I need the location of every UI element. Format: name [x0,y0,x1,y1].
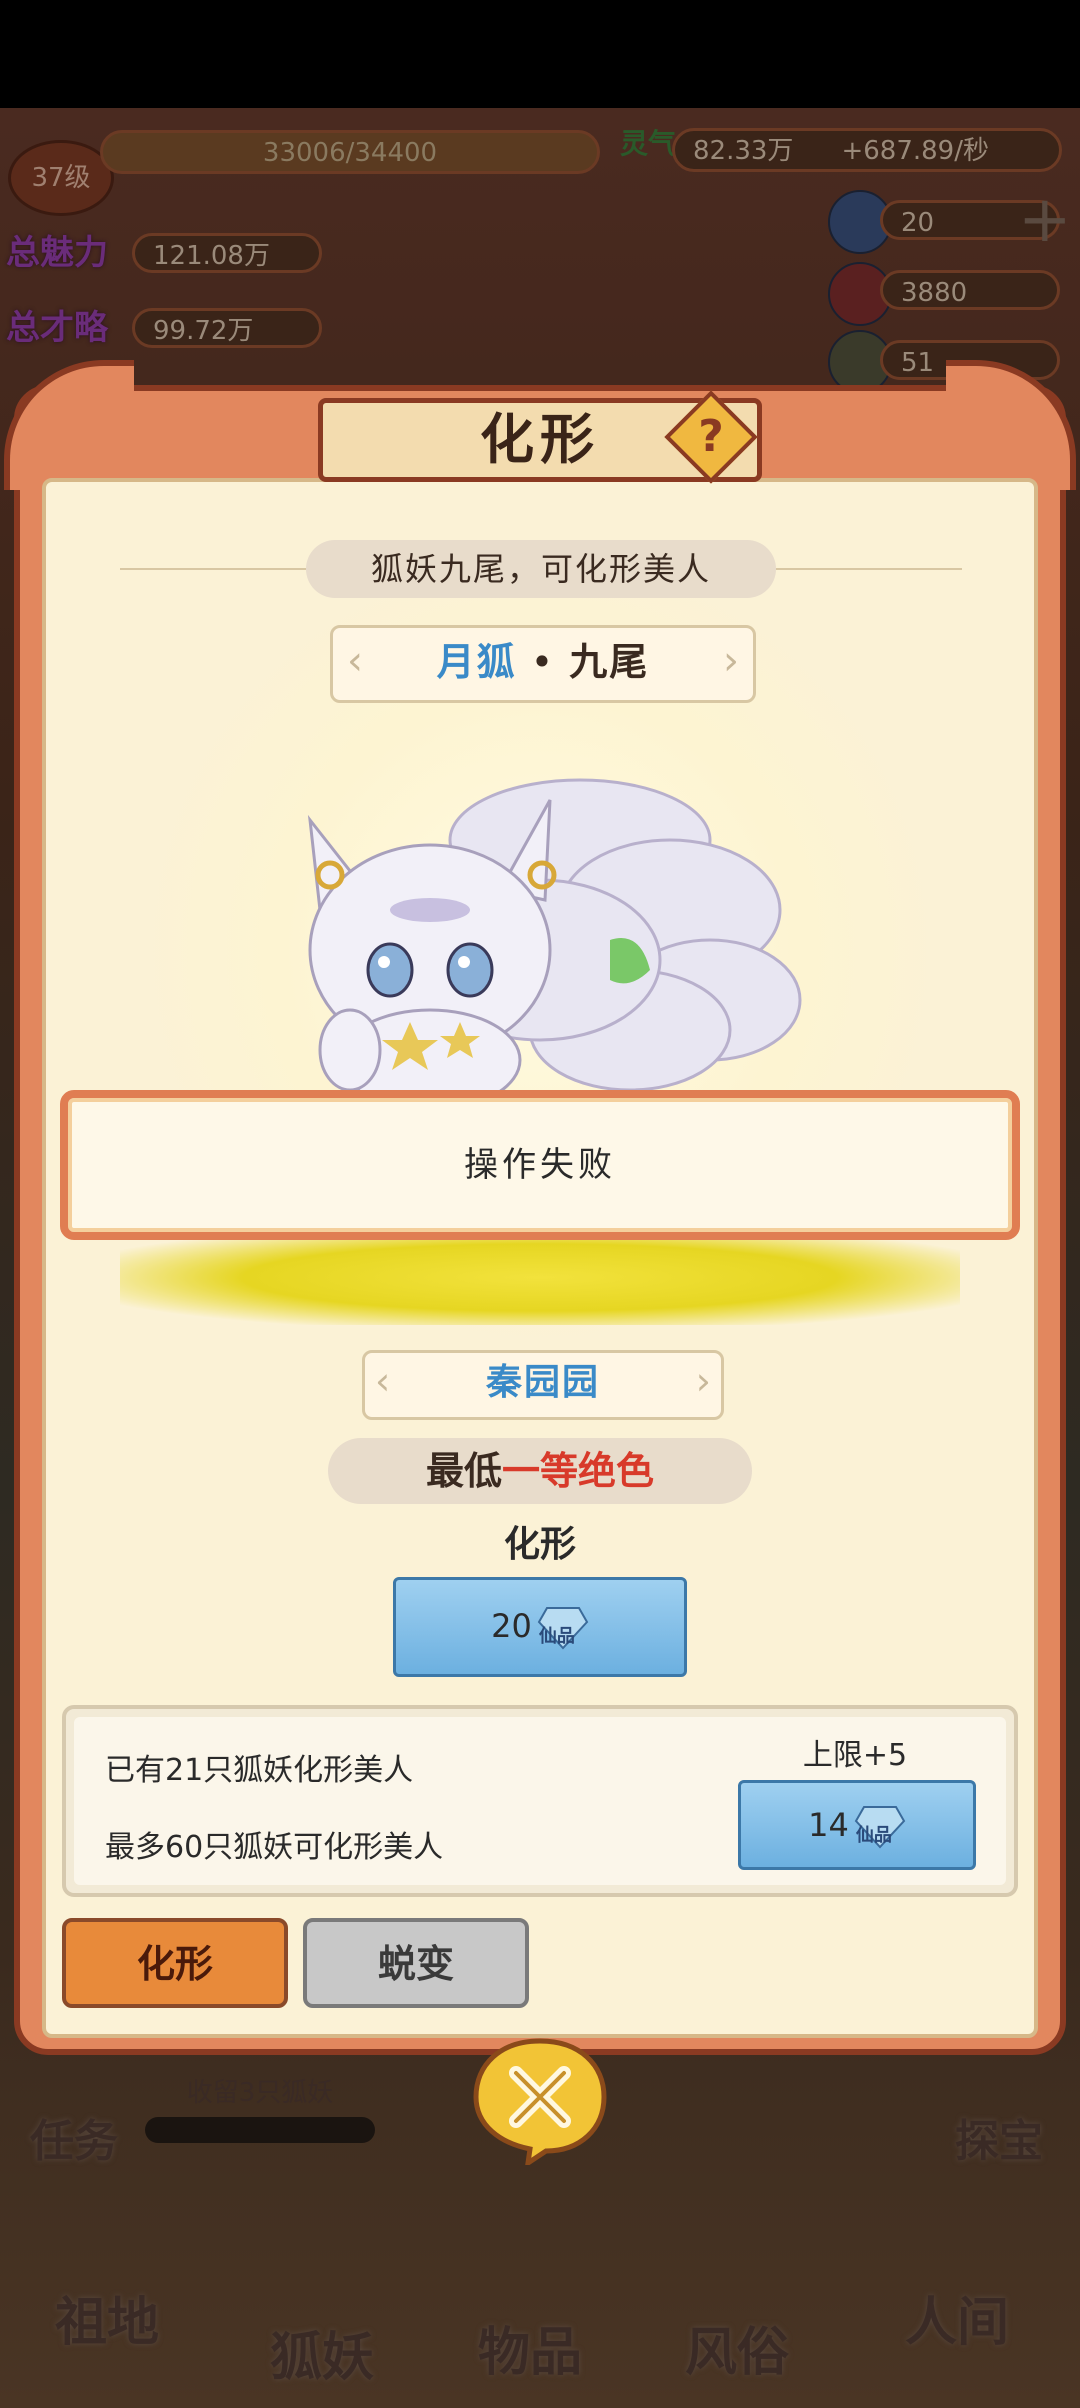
talent-row: 总才略 [6,300,108,349]
fox-name-prefix: 月狐 [436,640,517,684]
talent-value-pill: 99.72万 [132,308,322,348]
nav-wupin[interactable]: 物品 [478,2310,582,2385]
toast-message: 操作失败 [60,1090,1020,1240]
xianpin-gem-icon: 仙品 [537,1602,589,1650]
chevron-right-icon: › [695,1359,711,1403]
treasure-label: 探宝 [955,2116,1043,2167]
charm-value: 121.08万 [153,241,270,271]
lingqi-label: 灵气 [620,127,677,160]
hongzhuang-pill: 3880 [880,270,1060,310]
status-bar [0,0,1080,108]
fox-name-suffix: 九尾 [569,640,650,684]
chevron-left-icon: ‹ [347,638,363,684]
platform-glow [120,1230,960,1325]
nav-fengsu[interactable]: 风俗 [685,2310,789,2385]
increase-limit-button[interactable]: 14 仙品 [738,1780,976,1870]
subtitle-text: 狐妖九尾，可化形美人 [370,550,711,588]
hongzhuang-value: 3880 [901,278,968,308]
chevron-left-icon: ‹ [375,1359,391,1403]
shelter-bar: 收留3只狐妖 [145,2072,375,2143]
xianpin-gem-icon: 仙品 [854,1801,906,1849]
level-text: 37级 [31,163,91,193]
toast-text: 操作失败 [464,1145,616,1185]
tab-tuibian[interactable]: 蜕变 [303,1918,529,2008]
subtitle-banner: 狐妖九尾，可化形美人 [306,540,776,598]
nav-huyao[interactable]: 狐妖 [270,2315,374,2390]
limit-cost: 14 [808,1806,849,1844]
chevron-right-icon: › [723,638,739,684]
limit-label: 上限+5 [802,1738,908,1773]
talent-label: 总才略 [6,308,108,348]
shelter-progress [145,2117,375,2143]
nav-renjian[interactable]: 人间 [905,2280,1009,2355]
lingqi-pill: 82.33万 +687.89/秒 [672,128,1062,172]
add-xianpin-icon[interactable]: + [1018,188,1072,252]
beauty-name: 秦园园 [485,1362,600,1403]
fox-name-plaque: ‹ 月狐 • 九尾 › [330,625,756,703]
beauty-name-plaque: ‹ 秦园园 › [362,1350,724,1420]
max-count-text: 最多60只狐妖可化形美人 [105,1830,444,1865]
talent-value: 99.72万 [153,316,254,346]
owned-count-text: 已有21只狐妖化形美人 [105,1753,414,1788]
help-icon: ? [698,411,724,462]
transform-cost: 20 [491,1607,532,1645]
nine-tailed-fox-illustration [307,778,802,1100]
subtitle-line-right [776,568,962,570]
transform-label: 化形 [503,1524,576,1565]
bottom-nav: 祖地 狐妖 物品 风俗 人间 [0,2270,1080,2408]
charm-label: 总魅力 [6,233,108,273]
close-button[interactable] [470,2035,610,2169]
close-icon [473,2038,607,2169]
xianpin-value: 20 [901,208,935,238]
min-rank-value: 一等绝色 [502,1449,655,1493]
lingqi-value: 82.33万 [693,136,794,166]
transform-button[interactable]: 20 仙品 [393,1577,687,1677]
min-rank-prefix: 最低 [425,1449,502,1493]
charm-row: 总魅力 [6,225,108,274]
level-badge: 37级 [8,140,114,216]
exp-bar: 33006/34400 [100,130,600,174]
exp-text: 33006/34400 [262,138,438,168]
dialog-title: 化形 [480,408,600,471]
shelter-text: 收留3只狐妖 [186,2078,334,2108]
charm-value-pill: 121.08万 [132,233,322,273]
task-label: 任务 [30,2116,118,2167]
jinyu-value: 51 [901,348,935,378]
fox-name-sep: • [530,640,556,684]
lingqi-rate: +687.89/秒 [841,136,989,166]
nav-zudi[interactable]: 祖地 [55,2280,159,2355]
min-rank-banner: 最低一等绝色 [328,1438,752,1504]
tab-huaxing[interactable]: 化形 [62,1918,288,2008]
subtitle-line-left [120,568,306,570]
